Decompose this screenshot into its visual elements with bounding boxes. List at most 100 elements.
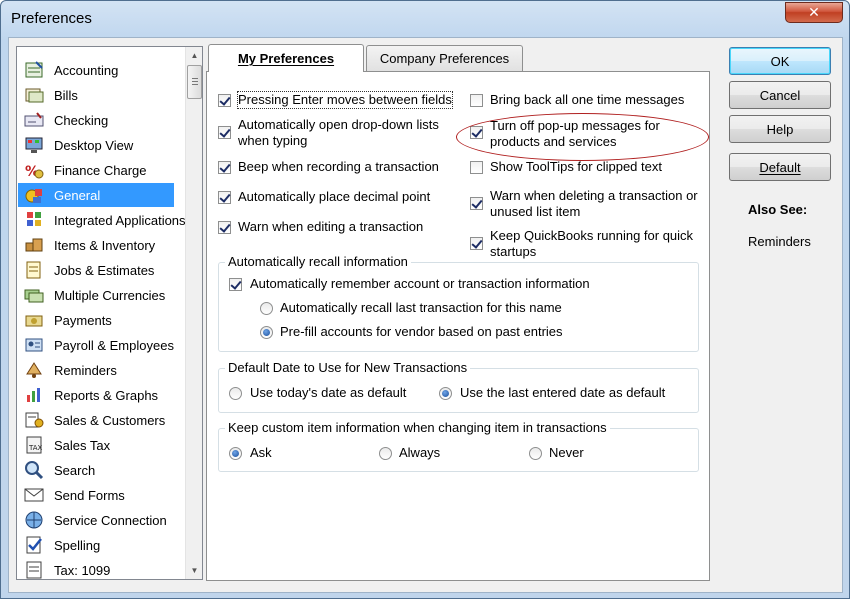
integrated-applications-icon (24, 210, 44, 230)
sidebar-item-multiple-currencies[interactable]: Multiple Currencies (18, 283, 174, 307)
prefill-accounts-radio[interactable] (260, 326, 273, 339)
sidebar-item-label: Desktop View (54, 137, 134, 153)
desktop-view-icon (24, 135, 44, 155)
ok-button-label: OK (770, 53, 790, 69)
default-date-group: Default Date to Use for New Transactions… (218, 360, 699, 413)
ok-button[interactable]: OK (729, 47, 831, 75)
tab-company-preferences-label: Company Preferences (379, 51, 510, 66)
option-auto-dropdown-checkbox[interactable] (218, 126, 231, 139)
svg-text:TAX: TAX (28, 444, 43, 452)
sidebar-item-label: Search (54, 462, 96, 478)
custom-never-label: Never (549, 445, 584, 460)
option-decimal-checkbox[interactable] (218, 191, 231, 204)
sidebar-item-checking[interactable]: Checking (18, 108, 174, 132)
sidebar-item-sales-tax[interactable]: TAX Sales Tax (18, 433, 174, 457)
sidebar-item-integrated-applications[interactable]: Integrated Applications (18, 208, 186, 232)
option-enter-moves-checkbox[interactable] (218, 94, 231, 107)
cancel-button[interactable]: Cancel (729, 81, 831, 109)
multiple-currencies-icon (24, 285, 44, 305)
remember-transaction-checkbox[interactable] (229, 278, 242, 291)
sidebar-item-search[interactable]: Search (18, 458, 174, 482)
option-turn-off-popups-checkbox[interactable] (470, 126, 483, 139)
today-date-radio[interactable] (229, 387, 242, 400)
sidebar-item-label: Integrated Applications (54, 212, 186, 228)
sidebar-item-label: Sales & Customers (54, 412, 166, 428)
sidebar-item-label: Reports & Graphs (54, 387, 159, 403)
sidebar-item-reminders[interactable]: Reminders (18, 358, 174, 382)
default-date-group-title: Default Date to Use for New Transactions (225, 360, 471, 375)
jobs-estimates-icon (24, 260, 44, 280)
custom-ask-label: Ask (250, 445, 272, 460)
sidebar-item-sales-customers[interactable]: Sales & Customers (18, 408, 174, 432)
option-warn-editing-checkbox[interactable] (218, 221, 231, 234)
tab-company-preferences[interactable]: Company Preferences (366, 45, 523, 71)
recall-last-radio[interactable] (260, 302, 273, 315)
title-bar[interactable]: Preferences ✕ (1, 1, 849, 37)
sidebar-item-general[interactable]: General (18, 183, 174, 207)
remember-transaction-label: Automatically remember account or transa… (250, 276, 590, 291)
option-keep-running-label: Keep QuickBooks running for quick (490, 228, 694, 243)
payroll-employees-icon (24, 335, 44, 355)
help-button[interactable]: Help (729, 115, 831, 143)
last-entered-date-radio[interactable] (439, 387, 452, 400)
custom-ask-radio[interactable] (229, 447, 242, 460)
default-button[interactable]: Default (729, 153, 831, 181)
help-button-label: Help (766, 121, 794, 137)
sidebar-item-send-forms[interactable]: Send Forms (18, 483, 174, 507)
sidebar-item-label: Items & Inventory (54, 237, 156, 253)
preferences-window: Preferences ✕ Tax: 1099 Spelling Service C… (0, 0, 850, 599)
last-entered-date-label: Use the last entered date as default (460, 385, 666, 400)
scroll-down-arrow-icon[interactable]: ▼ (186, 562, 202, 579)
sidebar-item-accounting[interactable]: Accounting (18, 58, 174, 82)
custom-item-group: Keep custom item information when changi… (218, 420, 699, 472)
sidebar-item-finance-charge[interactable]: % Finance Charge (18, 158, 174, 182)
sidebar-item-label: Spelling (54, 537, 101, 553)
sidebar-item-label: Accounting (54, 62, 119, 78)
sidebar-item-tax-1099[interactable]: Tax: 1099 (18, 558, 174, 579)
scroll-thumb[interactable] (187, 65, 202, 99)
option-decimal-label: Automatically place decimal point (238, 189, 431, 204)
option-beep-checkbox[interactable] (218, 161, 231, 174)
sidebar-item-items-inventory[interactable]: Items & Inventory (18, 233, 174, 257)
option-auto-dropdown-label-2: when typing (238, 133, 308, 148)
sidebar-item-spelling[interactable]: Spelling (18, 533, 174, 557)
tab-my-preferences[interactable]: My Preferences (208, 44, 364, 72)
service-connection-icon (24, 510, 44, 530)
option-tooltips-checkbox[interactable] (470, 161, 483, 174)
option-keep-running-checkbox[interactable] (470, 237, 483, 250)
checking-icon (24, 110, 44, 130)
spelling-icon (24, 535, 44, 555)
option-bring-back-checkbox[interactable] (470, 94, 483, 107)
sidebar-item-payroll-employees[interactable]: Payroll & Employees (18, 333, 174, 357)
today-date-label: Use today's date as default (250, 385, 407, 400)
sales-customers-icon (24, 410, 44, 430)
category-list[interactable]: Tax: 1099 Spelling Service Connection Send … (16, 46, 203, 580)
sidebar-item-reports-graphs[interactable]: Reports & Graphs (18, 383, 174, 407)
close-icon: ✕ (808, 4, 820, 21)
sidebar-item-jobs-estimates[interactable]: Jobs & Estimates (18, 258, 174, 282)
sidebar-item-label: Reminders (54, 362, 117, 378)
sidebar-item-payments[interactable]: Payments (18, 308, 174, 332)
scroll-up-arrow-icon[interactable]: ▲ (186, 47, 202, 64)
general-icon (24, 185, 44, 205)
sidebar-item-desktop-view[interactable]: Desktop View (18, 133, 174, 157)
option-auto-dropdown-label: Automatically open drop-down lists (238, 117, 439, 132)
tax-1099-icon (24, 560, 44, 579)
sales-tax-icon: TAX (24, 435, 44, 455)
sidebar-item-label: Checking (54, 112, 109, 128)
recall-last-label: Automatically recall last transaction fo… (280, 300, 562, 315)
reports-graphs-icon (24, 385, 44, 405)
close-button[interactable]: ✕ (785, 2, 843, 23)
tab-my-preferences-label: My Preferences (237, 51, 335, 66)
sidebar-item-label: Multiple Currencies (54, 287, 166, 303)
option-warn-deleting-checkbox[interactable] (470, 197, 483, 210)
payments-icon (24, 310, 44, 330)
category-scrollbar[interactable]: ▲ ▼ (185, 47, 202, 579)
also-see-reminders-link[interactable]: Reminders (748, 234, 811, 249)
sidebar-item-bills[interactable]: Bills (18, 83, 174, 107)
custom-never-radio[interactable] (529, 447, 542, 460)
custom-always-radio[interactable] (379, 447, 392, 460)
sidebar-item-service-connection[interactable]: Service Connection (18, 508, 174, 532)
sidebar-item-label: Sales Tax (54, 437, 111, 453)
also-see-heading: Also See: (748, 202, 808, 217)
